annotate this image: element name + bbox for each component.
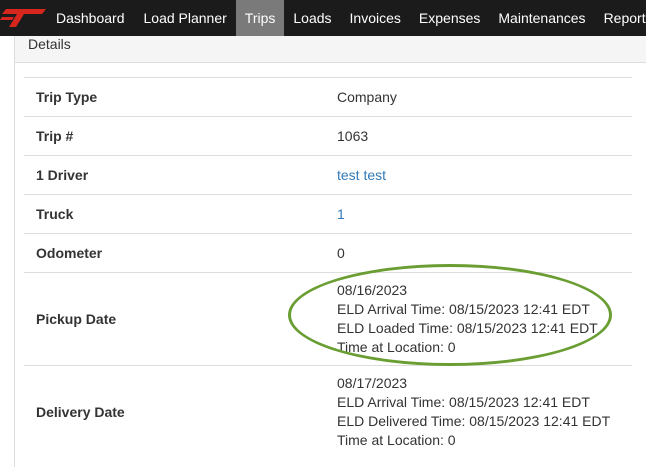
nav-dashboard[interactable]: Dashboard [48,0,135,36]
table-row: 1 Driver test test [24,155,632,195]
delivery-time-at-location: Time at Location: 0 [337,432,456,448]
odometer-label: Odometer [24,233,337,273]
logo-icon[interactable] [0,0,48,36]
top-navbar: Dashboard Load Planner Trips Loads Invoi… [0,0,646,36]
truck-link[interactable]: 1 [337,206,345,222]
pickup-date-value: 08/16/2023 [337,282,408,298]
truck-label: Truck [24,194,337,234]
details-table: Trip Type Company Trip # 1063 1 Driver t… [24,77,632,458]
delivery-eld-delivered: ELD Delivered Time: 08/15/2023 12:41 EDT [337,413,611,429]
details-panel: Details Trip Type Company Trip # 1063 1 … [14,36,646,467]
nav-expenses[interactable]: Expenses [410,0,489,36]
nav-trips[interactable]: Trips [235,0,285,36]
table-row: Pickup Date 08/16/2023 ELD Arrival Time:… [24,272,632,366]
driver-label: 1 Driver [24,155,337,195]
trip-number-label: Trip # [24,116,337,156]
nav-maintenances[interactable]: Maintenances [489,0,594,36]
driver-link[interactable]: test test [337,167,386,183]
table-row: Delivery Date 08/17/2023 ELD Arrival Tim… [24,365,632,458]
pickup-time-at-location: Time at Location: 0 [337,339,456,355]
pickup-eld-loaded: ELD Loaded Time: 08/15/2023 12:41 EDT [337,320,598,336]
table-row: Odometer 0 [24,233,632,273]
panel-heading: Details [15,36,646,63]
table-row: Truck 1 [24,194,632,234]
trip-type-label: Trip Type [24,77,337,117]
delivery-eld-arrival: ELD Arrival Time: 08/15/2023 12:41 EDT [337,394,590,410]
pickup-date-label: Pickup Date [24,272,337,366]
nav-invoices[interactable]: Invoices [341,0,410,36]
delivery-date-value: 08/17/2023 [337,375,408,391]
table-row: Trip Type Company [24,77,632,117]
odometer-value: 0 [337,233,632,273]
delivery-date-label: Delivery Date [24,365,337,458]
table-row: Trip # 1063 [24,116,632,156]
pickup-eld-arrival: ELD Arrival Time: 08/15/2023 12:41 EDT [337,301,590,317]
trip-number-value: 1063 [337,116,632,156]
nav-loads[interactable]: Loads [284,0,340,36]
trip-type-value: Company [337,77,632,117]
nav-load-planner[interactable]: Load Planner [135,0,236,36]
nav-reports[interactable]: Reports [595,0,646,36]
